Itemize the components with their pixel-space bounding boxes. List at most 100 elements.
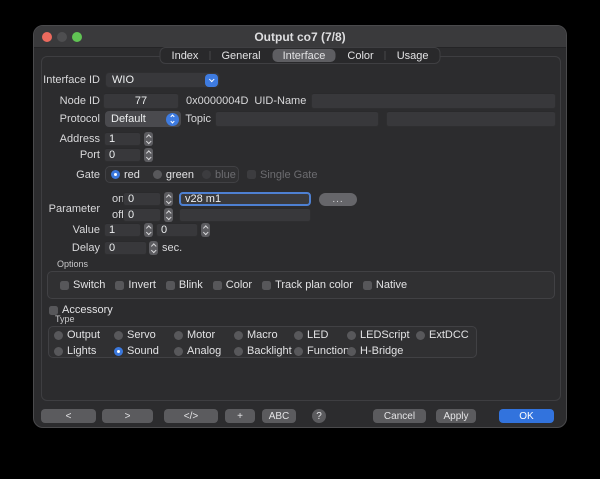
address-stepper[interactable] <box>144 132 153 146</box>
radio-icon <box>152 170 162 179</box>
dialog-window: Output co7 (7/8) Index General Interface… <box>33 25 567 428</box>
topic-label: Topic <box>185 113 211 125</box>
radio-icon <box>234 330 243 340</box>
stepper-down-icon <box>146 139 151 145</box>
footer-bar: < > </> + ABC ? Cancel Apply OK <box>41 409 559 423</box>
protocol-dropdown[interactable]: Default <box>105 111 181 127</box>
parameter-on-text-field[interactable]: v28 m1 <box>179 192 311 206</box>
type-radio-motor[interactable]: Motor <box>174 329 234 341</box>
gate-radio-blue: blue <box>202 169 236 181</box>
updown-chevrons-icon <box>166 112 179 126</box>
add-button[interactable]: + <box>225 409 255 423</box>
checkbox-color[interactable]: Color <box>212 279 252 291</box>
parameter-off-label: off <box>112 209 125 221</box>
checkbox-icon <box>362 280 372 290</box>
radio-icon <box>234 346 243 356</box>
tab-index[interactable]: Index <box>161 48 210 63</box>
uid-name-field[interactable] <box>311 93 556 109</box>
parameter-browse-button[interactable]: ... <box>319 192 357 206</box>
checkbox-icon <box>60 280 69 290</box>
title-bar[interactable]: Output co7 (7/8) <box>34 26 566 48</box>
value-first-stepper[interactable] <box>144 223 153 237</box>
topic-field[interactable] <box>215 111 379 127</box>
next-button[interactable]: > <box>102 409 153 423</box>
type-radio-led[interactable]: LED <box>294 329 347 341</box>
type-radio-hbridge[interactable]: H-Bridge <box>347 345 416 357</box>
gate-radio-group: red green blue <box>105 166 239 183</box>
port-field[interactable]: 0 <box>104 148 141 162</box>
apply-button[interactable]: Apply <box>436 409 476 423</box>
checkbox-native[interactable]: Native <box>362 279 407 291</box>
ok-button[interactable]: OK <box>499 409 554 423</box>
help-button[interactable]: ? <box>312 409 326 423</box>
checkbox-switch[interactable]: Switch <box>60 279 105 291</box>
type-radio-function[interactable]: Function <box>294 345 349 357</box>
radio-icon <box>54 330 63 340</box>
interface-id-dropdown[interactable]: WIO <box>105 72 220 88</box>
abc-button[interactable]: ABC <box>262 409 296 423</box>
prev-button[interactable]: < <box>41 409 96 423</box>
checkbox-track-plan-color[interactable]: Track plan color <box>262 279 353 291</box>
stepper-down-icon <box>151 248 156 254</box>
type-radio-servo[interactable]: Servo <box>114 329 174 341</box>
type-radio-lights[interactable]: Lights <box>54 345 114 357</box>
address-field[interactable]: 1 <box>104 132 141 146</box>
parameter-off-text-field[interactable] <box>179 208 311 222</box>
interface-id-value: WIO <box>112 74 134 86</box>
node-id-field[interactable]: 77 <box>103 93 179 109</box>
type-radio-extdcc[interactable]: ExtDCC <box>416 329 476 341</box>
delay-field[interactable]: 0 <box>104 241 147 255</box>
checkbox-icon <box>115 280 125 290</box>
tab-general[interactable]: General <box>210 48 271 63</box>
chevron-down-icon <box>205 73 218 87</box>
cancel-button[interactable]: Cancel <box>373 409 426 423</box>
stepper-down-icon <box>166 199 171 205</box>
tab-interface[interactable]: Interface <box>272 49 336 62</box>
parameter-off-stepper[interactable] <box>164 208 173 222</box>
radio-disabled-icon <box>202 170 212 179</box>
delay-label: Delay <box>71 242 100 254</box>
tab-color[interactable]: Color <box>336 48 384 63</box>
single-gate-checkbox: Single Gate <box>247 169 317 181</box>
interface-id-label: Interface ID <box>43 74 100 86</box>
type-radio-ledscript[interactable]: LEDScript <box>347 329 416 341</box>
port-stepper[interactable] <box>144 148 153 162</box>
gate-radio-red[interactable]: red <box>111 169 140 181</box>
radio-icon <box>294 346 303 356</box>
value-label: Value <box>72 224 100 236</box>
topic-aux-field[interactable] <box>386 111 556 127</box>
delay-stepper[interactable] <box>149 241 158 255</box>
stepper-down-icon <box>146 155 151 161</box>
options-group: Switch Invert Blink Color Track plan col… <box>47 271 555 299</box>
stepper-down-icon <box>203 230 208 236</box>
radio-selected-icon <box>111 170 120 179</box>
type-radio-sound[interactable]: Sound <box>114 345 174 357</box>
value-first-field[interactable]: 1 <box>104 223 141 237</box>
type-radio-output[interactable]: Output <box>54 329 114 341</box>
code-button[interactable]: </> <box>164 409 218 423</box>
radio-icon <box>54 346 63 356</box>
parameter-on-stepper[interactable] <box>164 192 173 206</box>
type-radio-backlight[interactable]: Backlight <box>234 345 294 357</box>
tab-usage[interactable]: Usage <box>386 48 440 63</box>
checkbox-invert[interactable]: Invert <box>115 279 156 291</box>
type-radio-macro[interactable]: Macro <box>234 329 294 341</box>
checkbox-icon <box>262 280 272 290</box>
parameter-off-count-field[interactable]: 0 <box>123 208 161 222</box>
value-second-field[interactable]: 0 <box>156 223 198 237</box>
type-radio-analog[interactable]: Analog <box>174 345 234 357</box>
gate-label: Gate <box>76 168 100 181</box>
port-label: Port <box>79 149 100 161</box>
delay-unit: sec. <box>162 242 183 254</box>
radio-icon <box>174 346 183 356</box>
parameter-on-count-field[interactable]: 0 <box>123 192 161 206</box>
radio-icon <box>416 330 425 340</box>
checkbox-blink[interactable]: Blink <box>165 279 203 291</box>
node-id-label: Node ID <box>59 95 100 107</box>
options-group-label: Options <box>57 259 89 269</box>
gate-radio-green[interactable]: green <box>152 169 194 181</box>
parameter-on-label: on <box>112 193 125 205</box>
radio-icon <box>294 330 303 340</box>
uid-name-label: UID-Name <box>254 95 307 107</box>
value-second-stepper[interactable] <box>201 223 210 237</box>
